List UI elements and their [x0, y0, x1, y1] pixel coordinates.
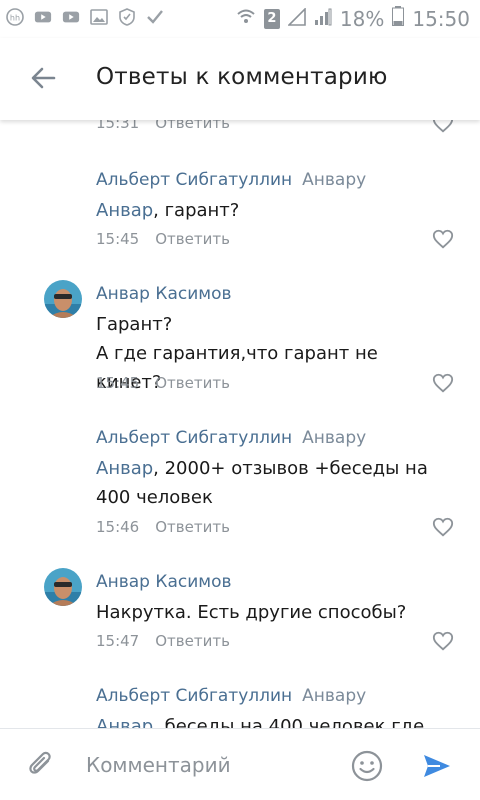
comment-text: Анвар, гарант?	[96, 200, 240, 221]
comment-time: 15:45	[96, 230, 140, 248]
comment-meta: 15:45 Ответить	[96, 374, 230, 392]
comment-time: 15:46	[96, 518, 140, 536]
avatar[interactable]	[44, 280, 82, 318]
svg-text:hh: hh	[10, 14, 20, 23]
comment-author[interactable]: Альберт Сибгатуллин Анвару	[96, 428, 366, 448]
avatar[interactable]	[44, 568, 82, 606]
heart-icon[interactable]	[432, 120, 454, 134]
clock: 15:50	[412, 6, 470, 31]
signal-icon	[314, 7, 332, 31]
comment-input-bar	[0, 728, 480, 800]
comment-time: 15:45	[96, 374, 140, 392]
comments-list[interactable]: 15:31 Ответить Альберт Сибгатуллин Анвару …	[0, 120, 480, 728]
wifi-icon	[236, 7, 256, 31]
reply-button[interactable]: Ответить	[155, 632, 230, 650]
notification-icons: hh	[6, 8, 164, 26]
comment-time: 15:47	[96, 632, 140, 650]
send-icon[interactable]	[420, 749, 454, 783]
battery-icon	[392, 6, 405, 31]
battery-percent: 18%	[339, 6, 385, 31]
comment-author[interactable]: Анвар Касимов	[96, 284, 232, 304]
reply-to-label: Анвару	[302, 170, 367, 190]
comment-meta: 15:46 Ответить	[96, 518, 230, 536]
reply-button[interactable]: Ответить	[155, 120, 230, 132]
heart-icon[interactable]	[432, 228, 454, 250]
system-icons: 2 18% 15:50	[236, 6, 470, 31]
author-name: Альберт Сибгатуллин	[96, 428, 293, 448]
status-bar: hh 2 18% 15:50	[0, 0, 480, 38]
reply-to-label: Анвару	[302, 686, 367, 706]
signal-icon	[286, 6, 306, 31]
author-name: Анвар Касимов	[96, 284, 232, 304]
sim-badge: 2	[263, 8, 280, 29]
reply-button[interactable]: Ответить	[155, 230, 230, 248]
shield-icon	[118, 8, 136, 26]
reply-button[interactable]: Ответить	[155, 518, 230, 536]
heart-icon[interactable]	[432, 516, 454, 538]
heart-icon[interactable]	[432, 630, 454, 652]
mention-link[interactable]: Анвар	[96, 200, 153, 221]
heart-icon[interactable]	[432, 372, 454, 394]
comment-input[interactable]	[86, 747, 336, 783]
youtube-icon	[62, 8, 80, 26]
page-title: Ответы к комментарию	[96, 64, 388, 90]
arrow-left-icon[interactable]	[28, 62, 60, 94]
comment-author[interactable]: Альберт Сибгатуллин Анвару	[96, 686, 366, 706]
comment-author[interactable]: Анвар Касимов	[96, 572, 232, 592]
paperclip-icon[interactable]	[26, 749, 58, 781]
gallery-icon	[90, 8, 108, 26]
mention-link[interactable]: Анвар	[96, 458, 153, 479]
comment-author[interactable]: Альберт Сибгатуллин Анвару	[96, 170, 366, 190]
check-icon	[146, 8, 164, 26]
author-name: Альберт Сибгатуллин	[96, 170, 293, 190]
comment-meta: 15:45 Ответить	[96, 230, 230, 248]
reply-button[interactable]: Ответить	[155, 374, 230, 392]
comment-text: Накрутка. Есть другие способы?	[96, 602, 407, 623]
author-name: Альберт Сибгатуллин	[96, 686, 293, 706]
comment-text: Анвар, 2000+ отзывов +беседы на 400 чело…	[96, 458, 428, 508]
hh-icon: hh	[6, 8, 24, 26]
comment-text: Анвар, беседы на 400 человек где	[96, 712, 440, 728]
author-name: Анвар Касимов	[96, 572, 232, 592]
comment-meta: 15:47 Ответить	[96, 632, 230, 650]
comment-time: 15:31	[96, 120, 140, 132]
mention-link[interactable]: Анвар	[96, 716, 153, 728]
app-bar: Ответы к комментарию	[0, 38, 480, 120]
reply-to-label: Анвару	[302, 428, 367, 448]
youtube-icon	[34, 8, 52, 26]
smile-icon[interactable]	[350, 749, 384, 783]
comment-meta: 15:31 Ответить	[96, 120, 230, 132]
